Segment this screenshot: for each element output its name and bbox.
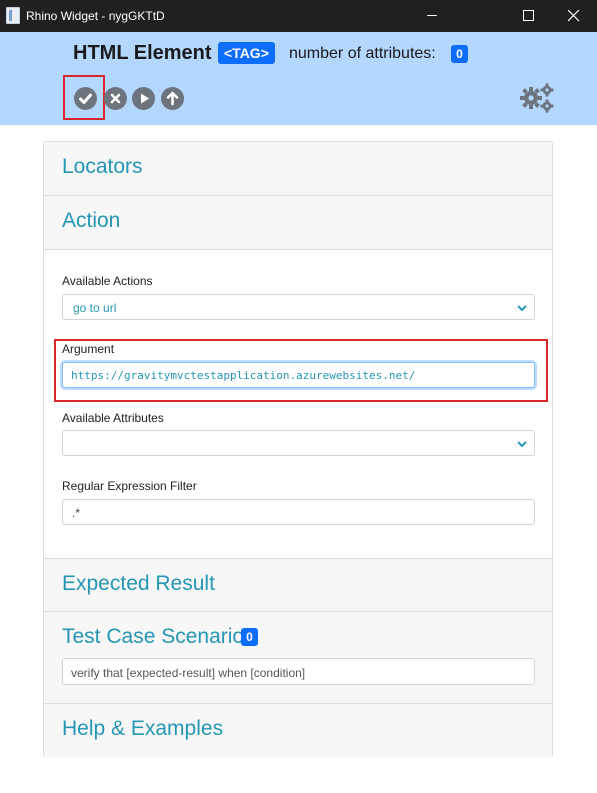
- attributes-count-badge: 0: [451, 45, 468, 63]
- chevron-down-icon: [517, 305, 527, 312]
- section-help-examples[interactable]: Help & Examples: [44, 704, 552, 758]
- regex-filter-input[interactable]: .*: [62, 499, 535, 525]
- available-actions-label: Available Actions: [62, 274, 153, 288]
- arrow-up-icon[interactable]: [161, 87, 184, 110]
- play-icon[interactable]: [132, 87, 155, 110]
- element-title: HTML Element: [73, 42, 212, 64]
- tag-badge: <TAG>: [218, 42, 275, 64]
- section-action[interactable]: Action: [44, 196, 552, 250]
- section-expected-result[interactable]: Expected Result: [44, 558, 552, 612]
- gears-icon[interactable]: [519, 83, 555, 113]
- section-title-action: Action: [62, 209, 121, 232]
- minimize-button[interactable]: [413, 0, 459, 32]
- section-locators[interactable]: Locators: [44, 142, 552, 196]
- scenario-count-badge: 0: [241, 628, 258, 646]
- available-attributes-label: Available Attributes: [62, 411, 164, 425]
- attributes-label: number of attributes:: [289, 45, 436, 62]
- widget-header: HTML Element <TAG> number of attributes:…: [0, 32, 597, 125]
- section-title-expected-result: Expected Result: [62, 572, 215, 595]
- argument-label: Argument: [62, 342, 115, 356]
- regex-filter-label: Regular Expression Filter: [62, 479, 197, 493]
- cancel-icon[interactable]: [104, 87, 127, 110]
- accordion-panel: Locators Action Available Actions go to …: [43, 141, 553, 758]
- window-title: Rhino Widget - nygGKTtD: [26, 9, 165, 23]
- window-titlebar: Rhino Widget - nygGKTtD: [0, 0, 597, 32]
- section-title-locators: Locators: [62, 155, 143, 178]
- check-button-highlight: [63, 75, 105, 120]
- scenario-placeholder: verify that [expected-result] when [cond…: [71, 666, 306, 680]
- section-title-help-examples: Help & Examples: [62, 717, 224, 740]
- close-button[interactable]: [551, 0, 597, 32]
- available-actions-select[interactable]: go to url: [62, 294, 535, 320]
- app-icon: [6, 7, 20, 24]
- available-actions-value: go to url: [73, 301, 117, 315]
- maximize-button[interactable]: [505, 0, 551, 32]
- chevron-down-icon: [517, 441, 527, 448]
- section-test-case-scenario[interactable]: Test Case Scenario 0 verify that [expect…: [44, 612, 552, 704]
- section-title-test-case-scenario: Test Case Scenario: [62, 625, 245, 648]
- regex-filter-value: .*: [72, 506, 81, 520]
- close-icon: [568, 10, 580, 22]
- scenario-input[interactable]: verify that [expected-result] when [cond…: [62, 658, 535, 685]
- argument-value: https://gravitymvctestapplication.azurew…: [71, 369, 416, 382]
- available-attributes-select[interactable]: [62, 430, 535, 456]
- argument-input[interactable]: https://gravitymvctestapplication.azurew…: [62, 362, 535, 388]
